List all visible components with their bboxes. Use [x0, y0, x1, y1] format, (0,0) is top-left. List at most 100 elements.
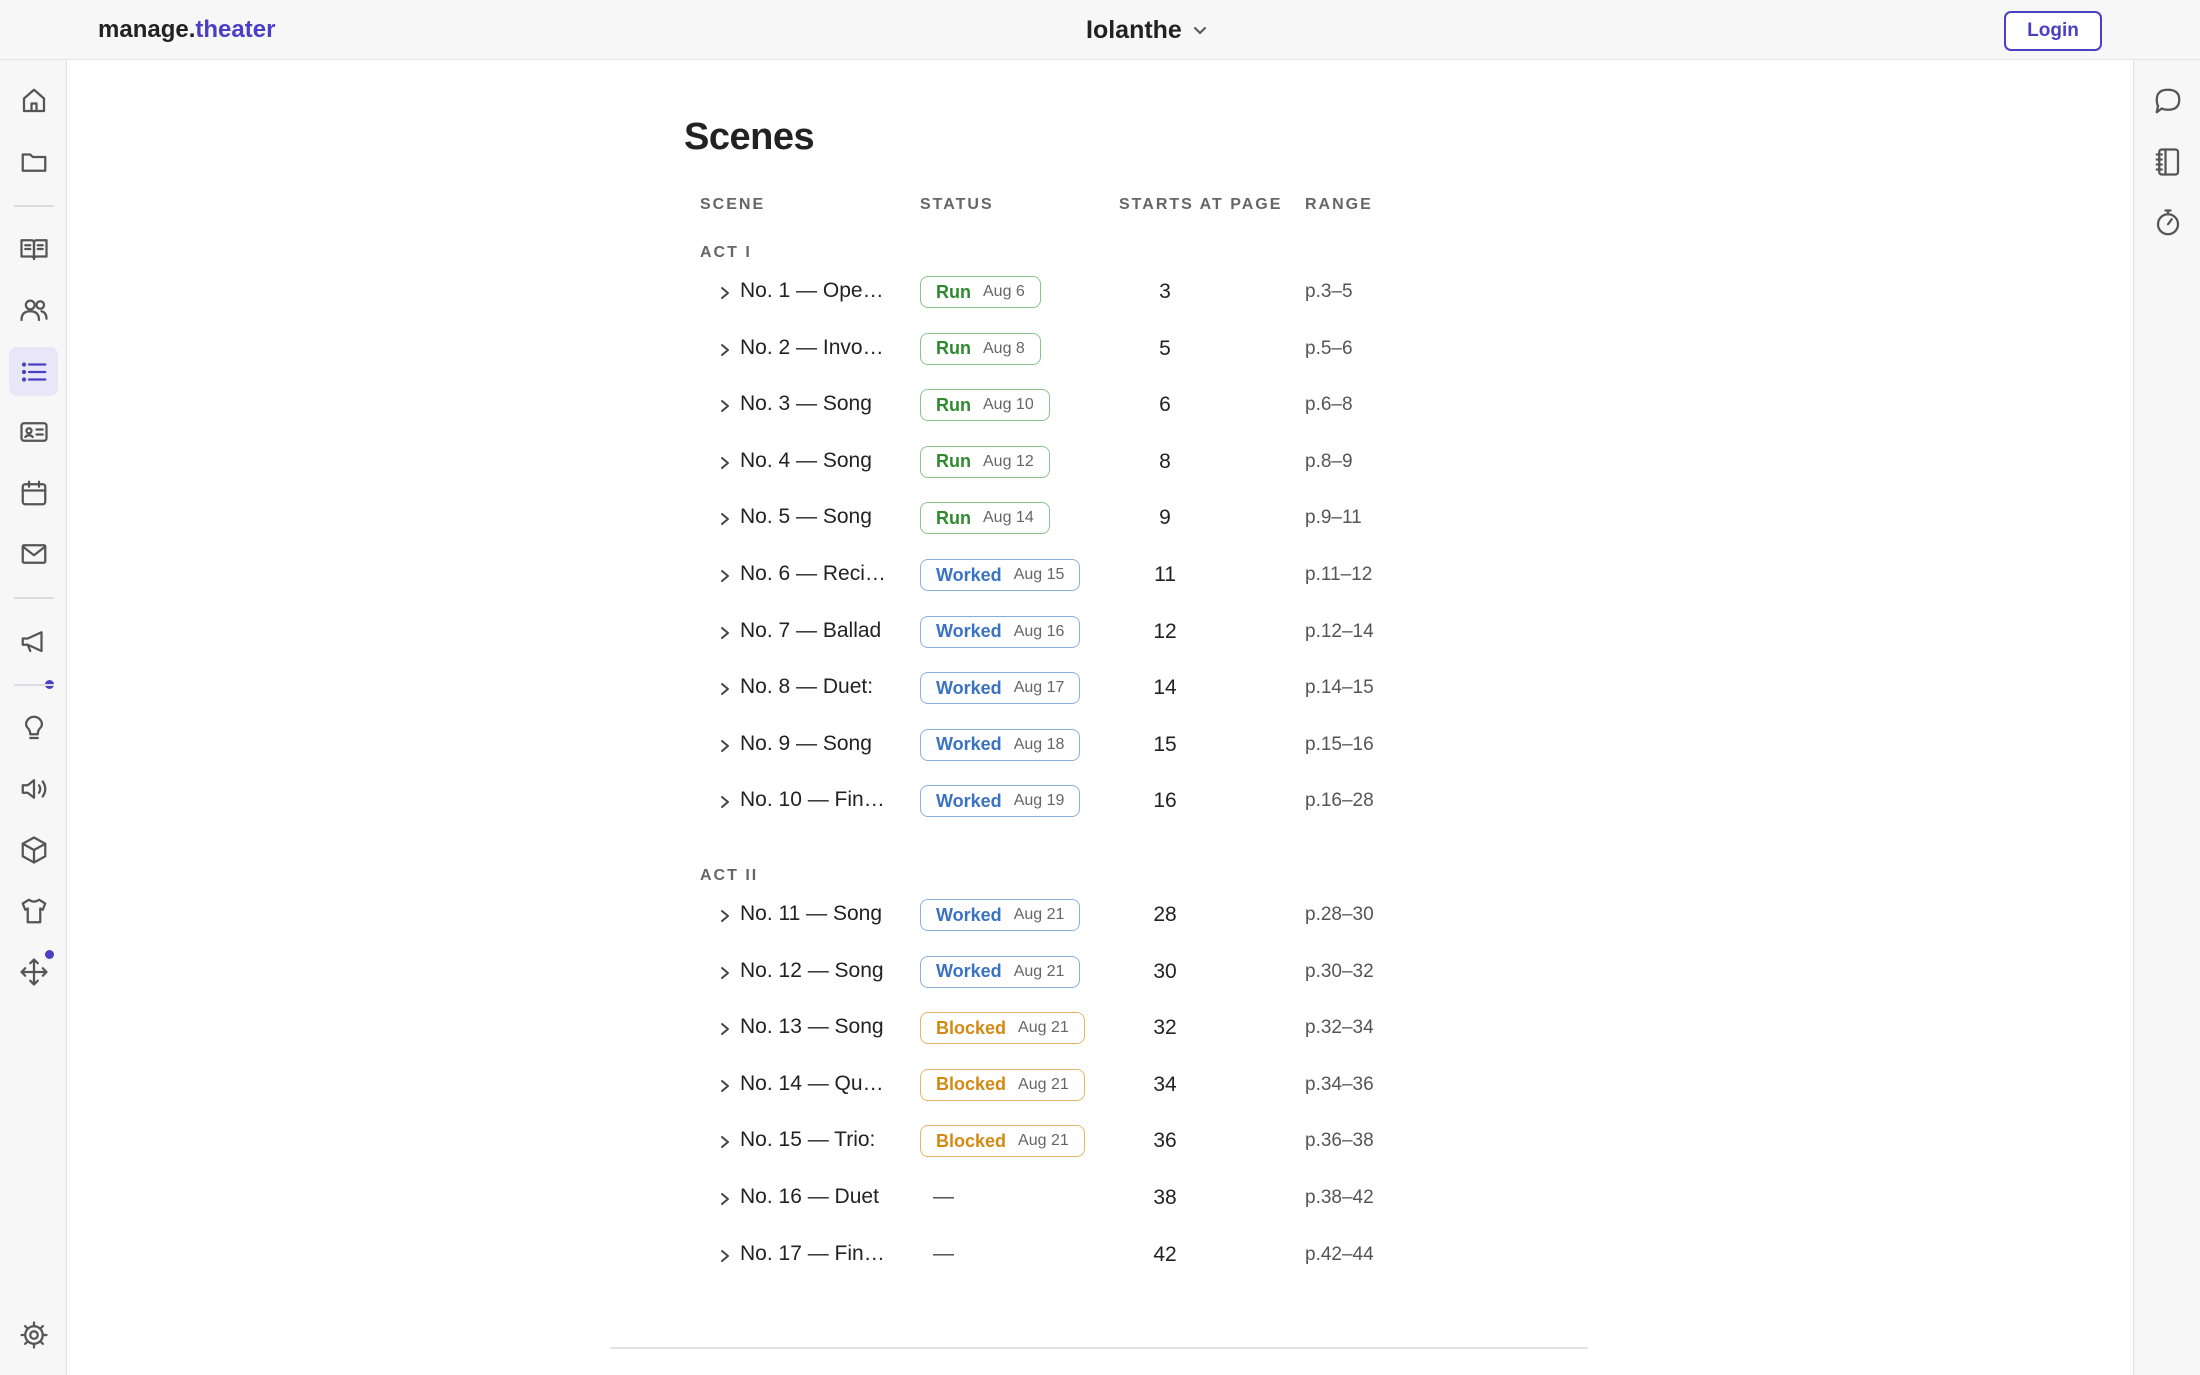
status-badge[interactable]: Run Aug 14: [920, 502, 1050, 535]
scene-row[interactable]: No. 17 — Finale — 42 p.42–44: [700, 1236, 1600, 1276]
scene-row[interactable]: No. 2 — Invocation Run Aug 8 5 p.5–6: [700, 330, 1600, 370]
page-range: p.8–9: [1305, 450, 1353, 472]
chevron-right-icon[interactable]: [718, 341, 732, 359]
chevron-right-icon[interactable]: [718, 1190, 732, 1208]
column-header-status: STATUS: [920, 196, 994, 213]
scene-row[interactable]: No. 9 — Song Worked Aug 18 15 p.15–16: [700, 726, 1600, 766]
status-badge[interactable]: Worked Aug 21: [920, 955, 1081, 988]
sidebar-divider: [14, 684, 54, 686]
logo-accent-text: theater: [195, 16, 276, 43]
chevron-right-icon[interactable]: [718, 737, 732, 755]
sidebar-divider: [14, 205, 54, 207]
chevron-right-icon[interactable]: [718, 454, 732, 472]
login-button[interactable]: Login: [2004, 11, 2102, 51]
top-bar: manage.theater Iolanthe Login: [0, 0, 2200, 60]
lightbulb-icon[interactable]: [18, 712, 50, 744]
status-label: Worked: [936, 734, 1002, 755]
scene-row[interactable]: No. 7 — Ballad Worked Aug 16 12 p.12–14: [700, 613, 1600, 653]
scene-row[interactable]: No. 6 — Recitative Worked Aug 15 11 p.11–12: [700, 556, 1600, 596]
chevron-right-icon[interactable]: [718, 1077, 732, 1095]
megaphone-icon[interactable]: [18, 625, 50, 657]
people-icon[interactable]: [18, 294, 50, 326]
chevron-right-icon[interactable]: [718, 567, 732, 585]
stopwatch-icon[interactable]: [2152, 207, 2184, 239]
chevron-right-icon[interactable]: [718, 1020, 732, 1038]
status-badge[interactable]: Blocked Aug 21: [920, 1068, 1085, 1101]
script-book-icon[interactable]: [18, 233, 50, 265]
comment-icon[interactable]: [2152, 85, 2184, 117]
status-badge[interactable]: Run Aug 6: [920, 276, 1041, 308]
status-badge[interactable]: Blocked Aug 21: [920, 1012, 1085, 1045]
scene-row[interactable]: No. 13 — Song Blocked Aug 21 32 p.32–34: [700, 1009, 1600, 1049]
status-badge[interactable]: Worked Aug 17: [920, 672, 1081, 705]
status-label: Worked: [936, 790, 1002, 811]
mail-icon[interactable]: [18, 538, 50, 570]
chevron-right-icon[interactable]: [718, 680, 732, 698]
production-selector[interactable]: Iolanthe: [1086, 16, 1208, 45]
scene-row[interactable]: No. 1 — Opening Chorus Run Aug 6 3 p.3–5: [700, 273, 1600, 313]
scene-row[interactable]: No. 5 — Song Run Aug 14 9 p.9–11: [700, 499, 1600, 539]
status-badge[interactable]: Run Aug 12: [920, 445, 1050, 478]
scene-row[interactable]: No. 8 — Duet: Worked Aug 17 14 p.14–15: [700, 669, 1600, 709]
start-page: 32: [1153, 1016, 1177, 1040]
chevron-right-icon[interactable]: [718, 1133, 732, 1151]
chevron-right-icon[interactable]: [718, 284, 732, 302]
settings-gear-icon[interactable]: [18, 1319, 50, 1351]
chevron-right-icon[interactable]: [718, 907, 732, 925]
chevron-right-icon[interactable]: [718, 397, 732, 415]
scene-name: No. 1 — Opening Chorus: [740, 279, 890, 302]
status-badge[interactable]: Worked Aug 19: [920, 785, 1081, 818]
status-date: Aug 21: [1018, 1019, 1069, 1037]
status-date: Aug 16: [1013, 622, 1065, 640]
scene-row[interactable]: No. 14 — Quartet Blocked Aug 21 34 p.34–36: [700, 1066, 1600, 1106]
status-badge[interactable]: Run Aug 10: [920, 389, 1050, 422]
scene-row[interactable]: No. 12 — Song Worked Aug 21 30 p.30–32: [700, 953, 1600, 993]
sound-icon[interactable]: [18, 773, 50, 805]
app-logo[interactable]: manage.theater: [98, 16, 275, 44]
status-badge[interactable]: Run Aug 8: [920, 332, 1041, 365]
status-label: Blocked: [936, 1017, 1007, 1038]
contact-card-icon[interactable]: [18, 416, 50, 448]
start-page: 8: [1159, 449, 1171, 473]
status-date: Aug 17: [1013, 679, 1065, 697]
status-badge[interactable]: Blocked Aug 21: [920, 1125, 1085, 1158]
scene-list-icon[interactable]: [9, 347, 58, 396]
page-range: p.15–16: [1305, 733, 1374, 755]
sidebar-divider: [14, 597, 54, 599]
start-page: 42: [1153, 1242, 1177, 1266]
status-label: Run: [936, 451, 971, 472]
chevron-right-icon[interactable]: [718, 964, 732, 982]
folder-icon[interactable]: [18, 146, 50, 178]
status-badge[interactable]: Worked Aug 18: [920, 728, 1081, 761]
page-range: p.6–8: [1305, 394, 1353, 416]
costume-shirt-icon[interactable]: [18, 895, 50, 927]
notebook-icon[interactable]: [2152, 146, 2184, 178]
status-badge[interactable]: Worked Aug 16: [920, 615, 1081, 648]
status-label: Run: [936, 507, 971, 528]
chevron-right-icon[interactable]: [718, 510, 732, 528]
status-label: Run: [936, 281, 971, 302]
page-title: Scenes: [684, 116, 815, 158]
home-icon[interactable]: [18, 85, 50, 117]
scene-row[interactable]: No. 3 — Song Run Aug 10 6 p.6–8: [700, 386, 1600, 426]
start-page: 5: [1159, 336, 1171, 360]
main-content: Scenes SCENE STATUS STARTS AT PAGE RANGE…: [67, 60, 2133, 1375]
props-box-icon[interactable]: [18, 834, 50, 866]
status-badge[interactable]: Worked Aug 15: [920, 559, 1081, 591]
chevron-down-icon: [1193, 26, 1206, 34]
scene-row[interactable]: No. 4 — Song Run Aug 12 8 p.8–9: [700, 443, 1600, 483]
chevron-right-icon[interactable]: [718, 793, 732, 811]
status-date: Aug 8: [983, 339, 1025, 357]
scene-row[interactable]: No. 15 — Trio: Blocked Aug 21 36 p.36–38: [700, 1122, 1600, 1162]
calendar-icon[interactable]: [18, 477, 50, 509]
status-date: Aug 10: [983, 396, 1034, 414]
status-date: Aug 19: [1013, 792, 1065, 810]
scene-row[interactable]: No. 11 — Song Worked Aug 21 28 p.28–30: [700, 896, 1600, 936]
scene-row[interactable]: No. 10 — Finale Worked Aug 19 16 p.16–28: [700, 782, 1600, 822]
chevron-right-icon[interactable]: [718, 1247, 732, 1265]
chevron-right-icon[interactable]: [718, 624, 732, 642]
move-arrows-icon[interactable]: [18, 956, 50, 988]
status-date: Aug 12: [983, 452, 1034, 470]
scene-row[interactable]: No. 16 — Duet — 38 p.38–42: [700, 1179, 1600, 1219]
status-badge[interactable]: Worked Aug 21: [920, 899, 1081, 931]
